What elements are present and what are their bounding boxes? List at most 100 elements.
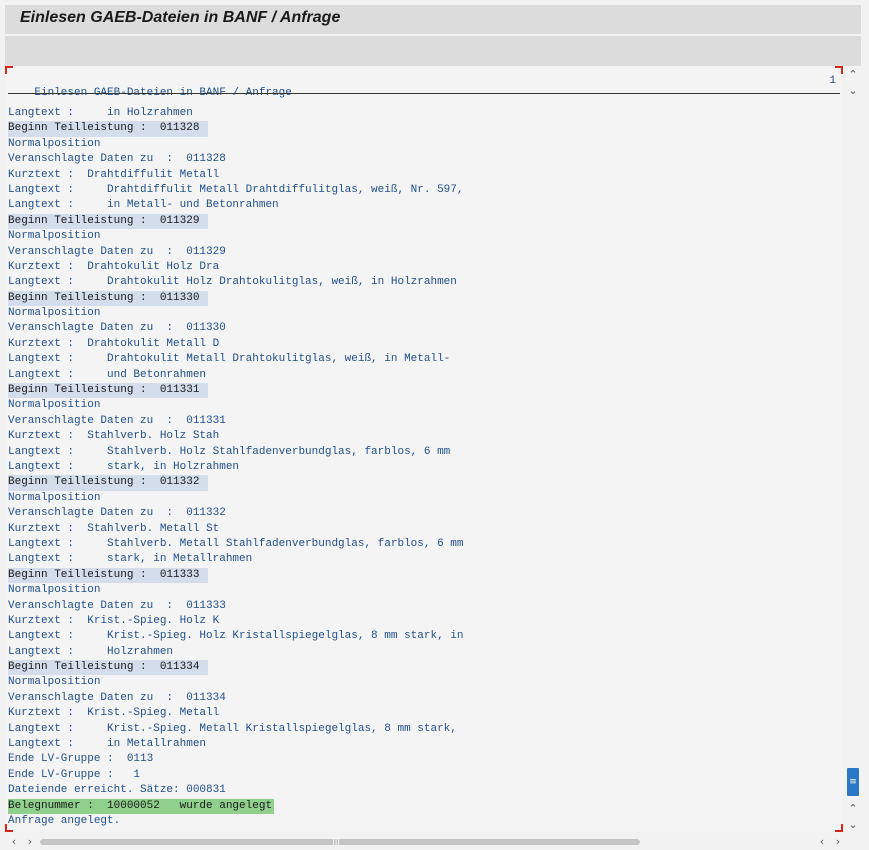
list-line: Langtext : stark, in Holzrahmen	[8, 460, 465, 475]
section-header-line: Beginn Teilleistung : 011330	[8, 290, 465, 307]
list-line-text: Langtext : und Betonrahmen	[8, 368, 207, 381]
section-header-line: Beginn Teilleistung : 011334	[8, 660, 465, 676]
list-line: Langtext : in Metall- und Betonrahmen	[8, 198, 465, 213]
list-line: Anfrage angelegt.	[8, 814, 465, 829]
list-line: Langtext : Drahtdiffulit Metall Drahtdif…	[8, 183, 465, 198]
vertical-scrollbar-bottom[interactable]: ⌃ ⌄	[845, 800, 861, 834]
list-line: Langtext : Stahlverb. Metall Stahlfadenv…	[8, 537, 465, 552]
list-line-text: Kurztext : Stahlverb. Holz Stah	[8, 430, 220, 443]
list-line-text: Beginn Teilleistung : 011333	[8, 567, 209, 584]
list-line-text: Kurztext : Drahtokulit Holz Dra	[8, 260, 220, 273]
list-line: Langtext : stark, in Metallrahmen	[8, 552, 465, 567]
list-line: Veranschlagte Daten zu : 011333	[8, 599, 465, 614]
list-line: Dateiende erreicht. Sätze: 000831	[8, 783, 465, 798]
section-header-line: Beginn Teilleistung : 011328	[8, 121, 465, 137]
list-line: Langtext : Holzrahmen	[8, 645, 465, 660]
list-line-text: Beginn Teilleistung : 011330	[8, 290, 209, 307]
section-header-line: Beginn Teilleistung : 011333	[8, 567, 465, 584]
chevron-down-icon[interactable]: ⌄	[845, 818, 861, 832]
list-line: Langtext : Krist.-Spieg. Holz Kristallsp…	[8, 629, 465, 644]
list-line: Normalposition	[8, 491, 465, 506]
list-line: Normalposition	[8, 583, 465, 598]
list-line-text: Veranschlagte Daten zu : 011333	[8, 599, 226, 612]
chevron-up-icon[interactable]: ⌃	[845, 802, 861, 816]
grip-icon: |||	[332, 836, 341, 845]
application-toolbar	[5, 35, 861, 66]
list-line-text: Normalposition	[8, 584, 101, 597]
list-line-text: Belegnummer : 10000052 wurde angelegt	[8, 798, 275, 814]
list-line-text: Beginn Teilleistung : 011328	[8, 121, 209, 137]
list-line-text: Kurztext : Krist.-Spieg. Metall	[8, 707, 220, 720]
list-line-text: Veranschlagte Daten zu : 011334	[8, 691, 226, 704]
chevron-up-icon[interactable]: ⌃	[845, 68, 861, 82]
list-line: Kurztext : Drahtokulit Metall D	[8, 337, 465, 352]
list-line-text: Langtext : Drahtokulit Holz Drahtokulitg…	[8, 276, 457, 289]
list-line-text: Langtext : in Holzrahmen	[8, 107, 193, 119]
list-line-text: Beginn Teilleistung : 011334	[8, 660, 209, 676]
list-line-text: Veranschlagte Daten zu : 011328	[8, 153, 226, 166]
list-line: Veranschlagte Daten zu : 011328	[8, 152, 465, 167]
section-header-line: Beginn Teilleistung : 011329	[8, 213, 465, 230]
list-line-text: Beginn Teilleistung : 011329	[8, 213, 209, 230]
chevron-left-icon[interactable]: ‹	[7, 835, 21, 849]
list-header: Einlesen GAEB-Dateien in BANF / Anfrage …	[8, 75, 840, 99]
list-line-text: Langtext : in Metall- und Betonrahmen	[8, 199, 279, 212]
page-number: 1	[829, 75, 836, 87]
list-line-text: Kurztext : Krist.-Spieg. Holz K	[8, 614, 220, 627]
title-bar: Einlesen GAEB-Dateien in BANF / Anfrage	[5, 5, 861, 34]
list-line: Ende LV-Gruppe : 0113	[8, 752, 465, 767]
chevron-left-icon[interactable]: ‹	[815, 835, 829, 849]
list-line: Normalposition	[8, 229, 465, 244]
chevron-right-icon[interactable]: ›	[23, 835, 37, 849]
list-line-text: Normalposition	[8, 137, 101, 150]
list-line: Normalposition	[8, 137, 465, 152]
list-line: Normalposition	[8, 675, 465, 690]
list-line-text: Veranschlagte Daten zu : 011331	[8, 414, 226, 427]
list-line-text: Langtext : Krist.-Spieg. Metall Kristall…	[8, 722, 457, 735]
list-line: Kurztext : Drahtokulit Holz Dra	[8, 260, 465, 275]
list-line-text: Beginn Teilleistung : 011332	[8, 475, 209, 491]
list-line-text: Kurztext : Drahtokulit Metall D	[8, 337, 220, 350]
horizontal-scrollbar[interactable]: ‹ › ||| ‹ ›	[5, 835, 861, 849]
list-line-text: Beginn Teilleistung : 011331	[8, 383, 209, 399]
vertical-scrollbar-top[interactable]: ⌃ ⌄	[845, 66, 861, 100]
list-line-text: Langtext : Holzrahmen	[8, 645, 174, 658]
success-message-line: Belegnummer : 10000052 wurde angelegt	[8, 798, 465, 814]
list-line-text: Normalposition	[8, 491, 101, 504]
section-header-line: Beginn Teilleistung : 011332	[8, 475, 465, 491]
list-line-text: Langtext : in Metallrahmen	[8, 738, 207, 751]
list-line: Kurztext : Drahtdiffulit Metall	[8, 168, 465, 183]
focus-corner	[5, 66, 13, 74]
list-line-text: Anfrage angelegt.	[8, 814, 121, 827]
list-line: Langtext : Stahlverb. Holz Stahlfadenver…	[8, 445, 465, 460]
list-line-text: Normalposition	[8, 399, 101, 412]
list-line: Kurztext : Krist.-Spieg. Holz K	[8, 614, 465, 629]
focus-corner	[835, 66, 843, 74]
list-line: Langtext : Krist.-Spieg. Metall Kristall…	[8, 722, 465, 737]
list-line: Normalposition	[8, 398, 465, 413]
window-title: Einlesen GAEB-Dateien in BANF / Anfrage	[20, 9, 341, 26]
list-line-text: Veranschlagte Daten zu : 011330	[8, 322, 226, 335]
grip-icon[interactable]: ≡	[847, 768, 859, 796]
list-line-text: Veranschlagte Daten zu : 011332	[8, 507, 226, 520]
list-line: Langtext : in Metallrahmen	[8, 737, 465, 752]
list-line: Ende LV-Gruppe : 1	[8, 768, 465, 783]
list-line-text: Normalposition	[8, 307, 101, 320]
list-line-text: Langtext : stark, in Metallrahmen	[8, 553, 253, 566]
list-line-text: Dateiende erreicht. Sätze: 000831	[8, 784, 226, 797]
list-line: Langtext : Drahtokulit Metall Drahtokuli…	[8, 352, 465, 367]
horizontal-scroll-thumb[interactable]: |||	[40, 836, 640, 845]
list-line: Veranschlagte Daten zu : 011332	[8, 506, 465, 521]
list-line-text: Langtext : Krist.-Spieg. Holz Kristallsp…	[8, 630, 464, 643]
list-line: Langtext : Drahtokulit Holz Drahtokulitg…	[8, 275, 465, 290]
list-line: Normalposition	[8, 306, 465, 321]
list-line: Kurztext : Stahlverb. Metall St	[8, 522, 465, 537]
list-line-text: Langtext : Drahtokulit Metall Drahtokuli…	[8, 353, 451, 366]
chevron-right-icon[interactable]: ›	[831, 835, 845, 849]
list-line-text: Kurztext : Stahlverb. Metall St	[8, 522, 220, 535]
chevron-down-icon[interactable]: ⌄	[845, 84, 861, 98]
list-line: Veranschlagte Daten zu : 011334	[8, 691, 465, 706]
list-line-text: Ende LV-Gruppe : 1	[8, 768, 141, 781]
list-line: Veranschlagte Daten zu : 011330	[8, 321, 465, 336]
focus-corner	[835, 824, 843, 832]
